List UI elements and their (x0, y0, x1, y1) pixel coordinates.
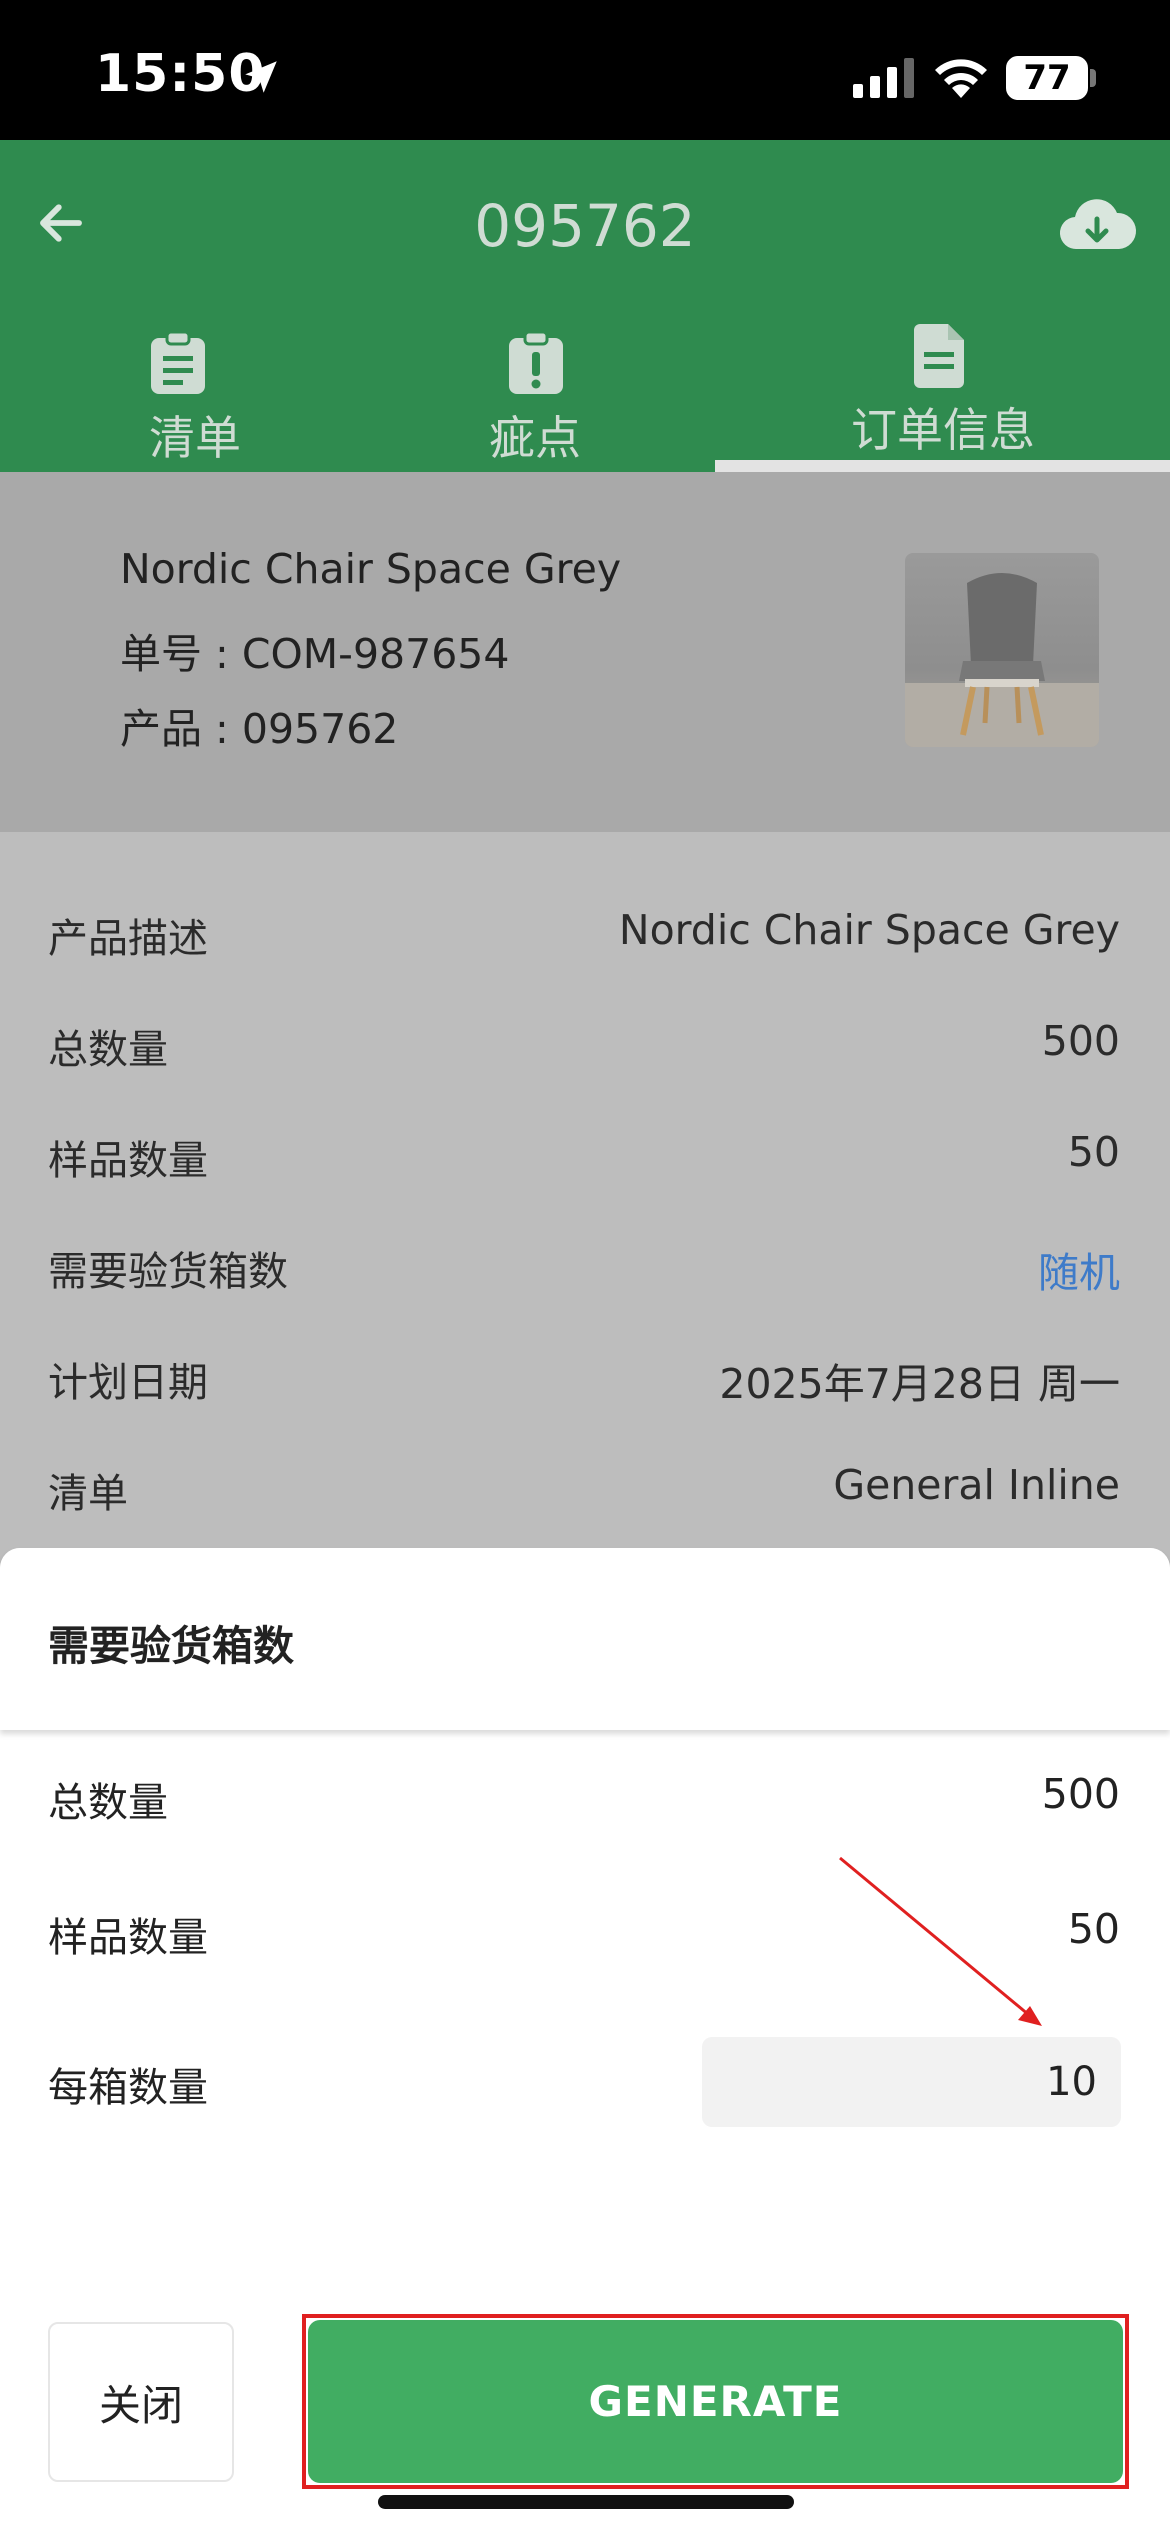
random-link[interactable]: 随机 (1038, 1239, 1120, 1299)
product-name: Nordic Chair Space Grey (120, 545, 622, 593)
tab-defects[interactable]: 疵点 (340, 320, 730, 470)
sheet-sample-value: 50 (1067, 1905, 1120, 1953)
battery-tip (1090, 69, 1096, 87)
annotation-arrow (839, 1856, 1042, 2026)
page-title: 095762 (474, 192, 696, 260)
alert-clipboard-icon (509, 330, 563, 394)
value-product-description: Nordic Chair Space Grey (618, 906, 1120, 954)
document-icon (914, 324, 964, 388)
label-planned-date: 计划日期 (48, 1360, 208, 1406)
label-checklist: 清单 (48, 1471, 128, 1517)
order-number: 单号 : COM-987654 (120, 630, 510, 678)
active-tab-indicator (715, 460, 1170, 472)
tab-label: 订单信息 (851, 403, 1035, 457)
sheet-sample-label: 样品数量 (48, 1915, 208, 1961)
label-product-description: 产品描述 (48, 916, 208, 962)
tab-order-info[interactable]: 订单信息 (748, 320, 1138, 470)
sheet-title: 需要验货箱数 (48, 1622, 294, 1670)
label-total-quantity: 总数量 (48, 1027, 168, 1073)
chair-image (905, 573, 1099, 747)
value-total-quantity: 500 (1041, 1017, 1120, 1065)
wifi-icon (935, 59, 987, 98)
tab-label: 疵点 (489, 411, 581, 465)
battery-level: 77 (1023, 58, 1071, 98)
battery-indicator: 77 (1006, 56, 1088, 100)
sheet-total-value: 500 (1041, 1770, 1120, 1818)
product-image (905, 553, 1099, 747)
arrow-left-icon[interactable] (34, 196, 88, 250)
clipboard-icon (151, 330, 205, 394)
sheet-per-box-label: 每箱数量 (48, 2065, 208, 2111)
label-sample-quantity: 样品数量 (48, 1138, 208, 1184)
location-arrow-icon (245, 61, 277, 93)
label-boxes-to-inspect: 需要验货箱数 (48, 1249, 288, 1295)
value-checklist: General Inline (833, 1461, 1120, 1509)
cloud-download-icon[interactable] (1057, 193, 1137, 257)
per-box-quantity-input[interactable] (702, 2037, 1121, 2127)
sheet-total-label: 总数量 (48, 1780, 168, 1826)
close-button[interactable]: 关闭 (48, 2322, 234, 2482)
cellular-signal-icon (853, 58, 914, 98)
product-code: 产品 : 095762 (120, 705, 399, 753)
tab-checklist[interactable]: 清单 (0, 320, 390, 470)
tab-label: 清单 (149, 411, 241, 465)
value-sample-quantity: 50 (1067, 1128, 1120, 1176)
generate-button[interactable]: GENERATE (308, 2320, 1123, 2483)
value-planned-date: 2025年7月28日 周一 (719, 1360, 1120, 1408)
home-indicator (378, 2495, 794, 2509)
